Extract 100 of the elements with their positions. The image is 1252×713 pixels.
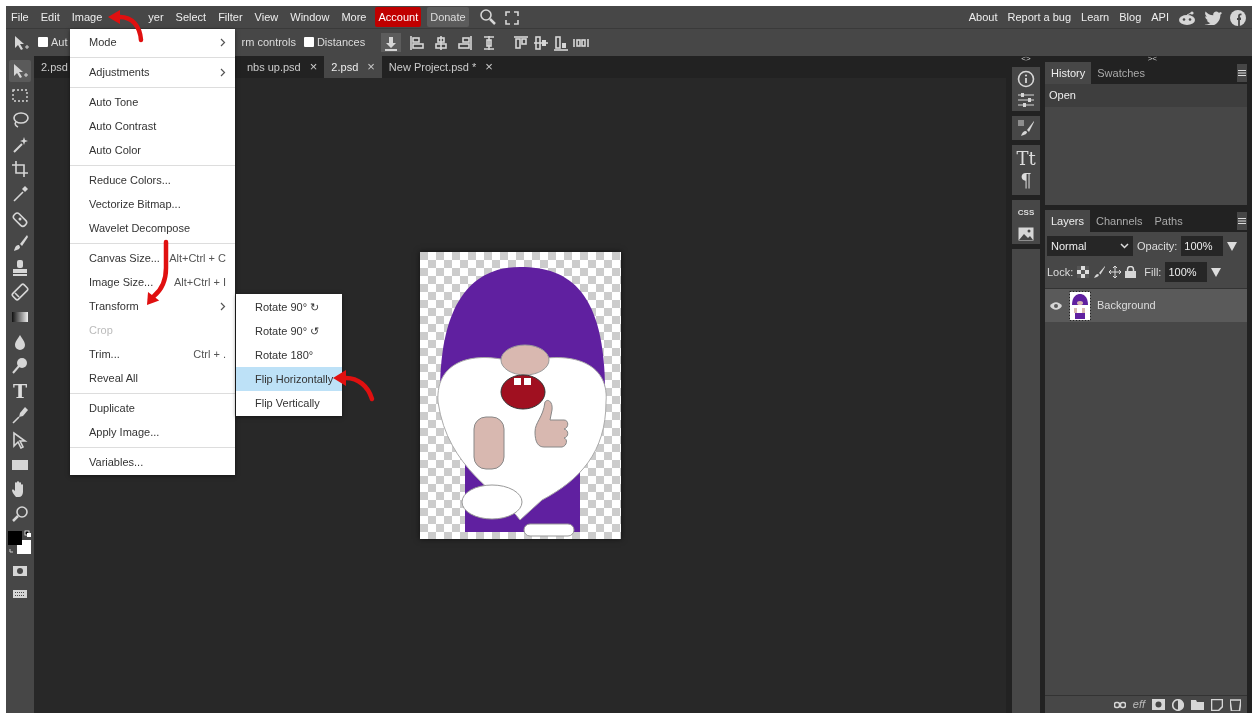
panel-tab[interactable]: Swatches: [1091, 62, 1151, 84]
sliders-icon[interactable]: [1017, 92, 1035, 108]
checkbox-label[interactable]: Aut: [38, 34, 68, 51]
align-icon[interactable]: [457, 35, 474, 52]
panel-tab[interactable]: Paths: [1148, 210, 1189, 232]
mask-icon[interactable]: [1152, 699, 1165, 710]
menu-item[interactable]: Reduce Colors...: [70, 168, 235, 192]
keyboard-icon[interactable]: [12, 588, 28, 599]
stamp-icon[interactable]: [11, 258, 29, 277]
menu-item[interactable]: Window: [287, 6, 333, 28]
move-arrows-icon[interactable]: [1109, 266, 1122, 278]
fill-field[interactable]: 100%: [1165, 262, 1208, 282]
menu-item[interactable]: Rotate 90° ↻: [236, 295, 342, 319]
menu-item[interactable]: File: [8, 6, 32, 28]
menu-item[interactable]: Donate: [427, 6, 469, 28]
move-tool-icon[interactable]: [12, 33, 30, 52]
crop-icon[interactable]: [11, 160, 29, 179]
lasso-icon[interactable]: [11, 111, 29, 130]
marquee-icon[interactable]: [11, 86, 29, 105]
menu-icon[interactable]: [1238, 69, 1246, 77]
document-tab[interactable]: New Project.psd * ×: [381, 56, 500, 78]
pin-icon[interactable]: [11, 357, 29, 376]
brush-icon[interactable]: [11, 234, 29, 253]
layer-thumbnail[interactable]: [1069, 290, 1091, 321]
menu-item[interactable]: Rotate 180°: [236, 343, 342, 367]
eye-icon[interactable]: [1049, 300, 1063, 311]
align-icon[interactable]: [513, 35, 530, 52]
history-entry[interactable]: Open: [1045, 84, 1247, 107]
dropdown-triangle-icon[interactable]: [1227, 241, 1238, 251]
panel-tab[interactable]: Layers: [1045, 210, 1091, 232]
brush-settings-icon[interactable]: [1017, 119, 1035, 137]
menu-item[interactable]: yer: [145, 6, 167, 28]
document-tab[interactable]: 2.psd: [34, 56, 68, 78]
menu-item[interactable]: Mode: [70, 30, 235, 54]
blend-mode-select[interactable]: Normal: [1047, 236, 1133, 256]
magic-wand-icon[interactable]: [11, 135, 29, 154]
paragraph-panel-button[interactable]: ¶: [1020, 170, 1032, 192]
document-tab[interactable]: nbs up.psd ×: [239, 56, 325, 78]
menu-item[interactable]: Trim... Ctrl + .: [70, 342, 235, 366]
menu-icon[interactable]: [1238, 217, 1246, 225]
menu-item[interactable]: Wavelet Decompose: [70, 216, 235, 240]
info-icon[interactable]: [1017, 70, 1035, 88]
bird-icon[interactable]: [1204, 10, 1222, 26]
lock-icon[interactable]: [1125, 266, 1137, 278]
menu-item[interactable]: Edit: [37, 6, 63, 28]
eyedropper-icon[interactable]: [11, 184, 29, 203]
folder-icon[interactable]: [1191, 699, 1204, 710]
header-link[interactable]: API: [1146, 8, 1174, 26]
color-swatches-icon[interactable]: [7, 530, 33, 557]
collapse-mark[interactable]: <>: [1012, 56, 1040, 62]
menu-item[interactable]: Adjustments: [70, 60, 235, 84]
close-button[interactable]: ×: [367, 57, 375, 77]
menu-item[interactable]: Rotate 90° ↺: [236, 319, 342, 343]
panel-tab[interactable]: Channels: [1090, 210, 1149, 232]
layer-row[interactable]: Background: [1045, 289, 1247, 322]
document-tab[interactable]: 2.psd ×: [324, 56, 382, 78]
zoom-icon[interactable]: [11, 504, 29, 523]
align-icon[interactable]: [553, 35, 570, 52]
menu-item[interactable]: Apply Image...: [70, 420, 235, 444]
menu-item[interactable]: Filter: [215, 6, 246, 28]
menu-item[interactable]: Select: [172, 6, 210, 28]
header-link[interactable]: About: [963, 8, 1003, 26]
menu-item[interactable]: Duplicate: [70, 396, 235, 420]
align-icon[interactable]: [433, 35, 450, 52]
image-icon[interactable]: [1018, 227, 1034, 241]
download-icon[interactable]: [383, 36, 400, 53]
arrow-select-icon[interactable]: [11, 430, 29, 449]
menu-item[interactable]: Flip Horizontally: [236, 367, 342, 391]
fullscreen-icon[interactable]: [504, 10, 519, 25]
menu-item[interactable]: Vectorize Bitmap...: [70, 192, 235, 216]
menu-item[interactable]: Auto Contrast: [70, 114, 235, 138]
menu-item[interactable]: Transform: [70, 294, 235, 318]
collapse-mark[interactable]: ><: [1045, 56, 1247, 62]
effects-button[interactable]: eff: [1132, 696, 1145, 713]
menu-item[interactable]: Auto Tone: [70, 90, 235, 114]
checkbox[interactable]: [38, 37, 48, 48]
menu-item[interactable]: Image Size... Alt+Ctrl + I: [70, 270, 235, 294]
checkbox-label[interactable]: Distances: [303, 34, 366, 51]
menu-item[interactable]: More: [338, 6, 370, 28]
lock-transparency-icon[interactable]: [1077, 266, 1090, 278]
menu-item[interactable]: Variables...: [70, 450, 235, 474]
move-tool-icon[interactable]: [11, 62, 29, 80]
pen-icon[interactable]: [11, 406, 29, 425]
header-link[interactable]: Blog: [1114, 8, 1147, 26]
new-layer-icon[interactable]: [1211, 698, 1223, 711]
brush-icon[interactable]: [1093, 266, 1106, 278]
close-button[interactable]: ×: [485, 57, 493, 77]
opacity-field[interactable]: 100%: [1181, 236, 1224, 256]
menu-item[interactable]: Account: [375, 6, 422, 28]
menu-item[interactable]: Image: [68, 6, 106, 28]
quick-mask-icon[interactable]: [12, 565, 28, 578]
checkbox[interactable]: [303, 37, 314, 48]
menu-item[interactable]: Auto Color: [70, 138, 235, 162]
eraser-icon[interactable]: [11, 283, 29, 302]
header-link[interactable]: Report a bug: [1002, 8, 1077, 26]
panel-tab[interactable]: History: [1045, 62, 1092, 84]
search-icon[interactable]: [478, 8, 497, 27]
header-link[interactable]: Learn: [1076, 8, 1115, 26]
align-icon[interactable]: [533, 35, 550, 52]
type-tool[interactable]: T: [9, 379, 31, 402]
